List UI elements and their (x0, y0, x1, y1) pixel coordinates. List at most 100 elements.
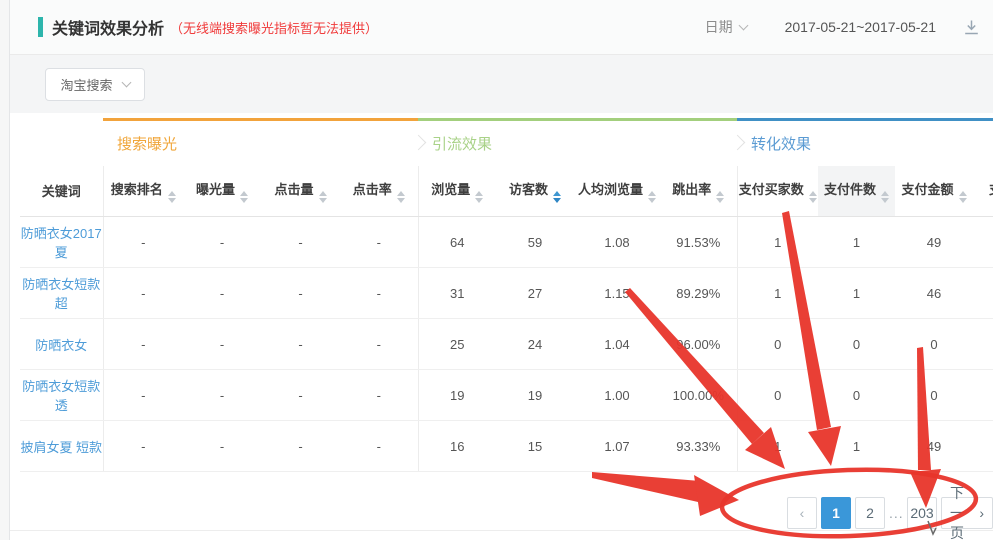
column-label: 浏览量 (431, 182, 470, 197)
sort-icon-active[interactable] (553, 191, 561, 203)
column-pay-amount[interactable]: 支付金额 (895, 166, 973, 217)
sort-icon[interactable] (475, 191, 483, 203)
column-label: 跳出率 (672, 182, 711, 197)
column-pay-buyers[interactable]: 支付买家数 (737, 166, 818, 217)
cell: - (340, 370, 418, 421)
cell: 15 (496, 421, 574, 472)
cell: - (183, 421, 261, 472)
sort-icon[interactable] (809, 191, 817, 203)
keyword-link[interactable]: 防晒衣女短款 透 (20, 370, 103, 421)
column-label: 支付买家数 (739, 182, 804, 197)
cell: - (261, 217, 340, 268)
cell: 1.07 (574, 421, 660, 472)
section-marker (38, 17, 43, 37)
keyword-link[interactable]: 防晒衣女2017夏 (20, 217, 103, 268)
group-label: 引流效果 (432, 136, 492, 153)
page-title: 关键词效果分析 (52, 15, 164, 39)
group-conversion-effect: 转化效果 (737, 120, 993, 166)
date-range-value: 2017-05-21~2017-05-21 (785, 19, 936, 35)
annotation-arrow-left-shaft (592, 472, 700, 502)
sort-icon[interactable] (240, 191, 248, 203)
column-label: 人均浏览量 (578, 182, 643, 197)
group-search-exposure: 搜索曝光 (103, 120, 418, 166)
column-label: 点击率 (353, 182, 392, 197)
page-button-1[interactable]: 1 (821, 497, 851, 529)
cell: 19 (496, 370, 574, 421)
cell: 93.33% (660, 421, 737, 472)
page-button-203[interactable]: 203 (907, 497, 937, 529)
cell: 91.53% (660, 217, 737, 268)
page-button-2[interactable]: 2 (855, 497, 885, 529)
channel-dropdown[interactable]: 淘宝搜索 (45, 68, 145, 101)
pagination: ‹ 1 2 ... 203 下一页 › (787, 497, 993, 529)
cell (973, 319, 993, 370)
cell: 1 (818, 217, 895, 268)
cell: 96.00% (660, 319, 737, 370)
column-label: 支付件数 (824, 182, 876, 197)
table-wrap: 搜索曝光 引流效果 转化效果 关键词 搜索排名 曝光量 点击量 点击率 浏览量 … (20, 118, 993, 472)
date-filter[interactable]: 日期 (705, 17, 747, 37)
sort-icon[interactable] (959, 191, 967, 203)
keyword-link[interactable]: 防晒衣女短款 超 (20, 268, 103, 319)
cell: 1 (737, 217, 818, 268)
cell: 1 (737, 421, 818, 472)
column-label: 支付转化率 (989, 182, 993, 197)
annotation-arrow-left-head (694, 475, 739, 516)
table-row: 防晒衣女 - - - - 25 24 1.04 96.00% 0 0 0 (20, 319, 993, 370)
prev-page-button[interactable]: ‹ (787, 497, 817, 529)
cell: 89.29% (660, 268, 737, 319)
column-visitors[interactable]: 访客数 (496, 166, 574, 217)
keyword-link[interactable]: 披肩女夏 短款 (20, 421, 103, 472)
cell: 1.04 (574, 319, 660, 370)
column-label: 访客数 (509, 182, 548, 197)
cell: 0 (737, 370, 818, 421)
cell: - (103, 319, 183, 370)
column-bounce-rate[interactable]: 跳出率 (660, 166, 737, 217)
column-label: 搜索排名 (111, 182, 163, 197)
date-filter-label: 日期 (705, 17, 733, 37)
group-label: 转化效果 (751, 136, 811, 153)
cell: - (103, 370, 183, 421)
column-exposure[interactable]: 曝光量 (183, 166, 261, 217)
column-ctr[interactable]: 点击率 (340, 166, 418, 217)
table-row: 防晒衣女短款 超 - - - - 31 27 1.15 89.29% 1 1 4… (20, 268, 993, 319)
panel-header: 关键词效果分析 （无线端搜索曝光指标暂无法提供） 日期 2017-05-21~2… (10, 0, 993, 55)
chevron-right-icon: › (979, 505, 984, 521)
column-label: 支付金额 (902, 182, 954, 197)
group-traffic-effect: 引流效果 (418, 120, 737, 166)
cell: - (103, 268, 183, 319)
cell: 27 (496, 268, 574, 319)
sort-icon[interactable] (716, 191, 724, 203)
column-pay-items[interactable]: 支付件数 (818, 166, 895, 217)
cell: 0 (895, 370, 973, 421)
cell (973, 370, 993, 421)
cell: 0 (895, 319, 973, 370)
cell: - (103, 421, 183, 472)
sort-icon[interactable] (648, 191, 656, 203)
column-clicks[interactable]: 点击量 (261, 166, 340, 217)
download-icon[interactable] (962, 18, 981, 37)
column-pay-conversion[interactable]: 支付转化率 (973, 166, 993, 217)
keyword-link[interactable]: 防晒衣女 (20, 319, 103, 370)
cell (973, 268, 993, 319)
next-page-button[interactable]: 下一页 › (941, 497, 993, 529)
cell: - (261, 268, 340, 319)
cell: 0 (818, 370, 895, 421)
column-search-rank[interactable]: 搜索排名 (103, 166, 183, 217)
cell: - (340, 217, 418, 268)
cell: 0 (737, 319, 818, 370)
group-label: 搜索曝光 (117, 136, 177, 153)
cell: - (340, 268, 418, 319)
sort-icon[interactable] (168, 191, 176, 203)
toolbar: 淘宝搜索 (10, 55, 993, 113)
column-label: 关键词 (42, 184, 81, 199)
column-avg-pageviews[interactable]: 人均浏览量 (574, 166, 660, 217)
sort-icon[interactable] (881, 191, 889, 203)
cell: - (183, 217, 261, 268)
sort-icon[interactable] (397, 191, 405, 203)
cell: 19 (418, 370, 496, 421)
column-pageviews[interactable]: 浏览量 (418, 166, 496, 217)
sort-icon[interactable] (319, 191, 327, 203)
keyword-table: 搜索曝光 引流效果 转化效果 关键词 搜索排名 曝光量 点击量 点击率 浏览量 … (20, 118, 993, 472)
column-label: 曝光量 (196, 182, 235, 197)
